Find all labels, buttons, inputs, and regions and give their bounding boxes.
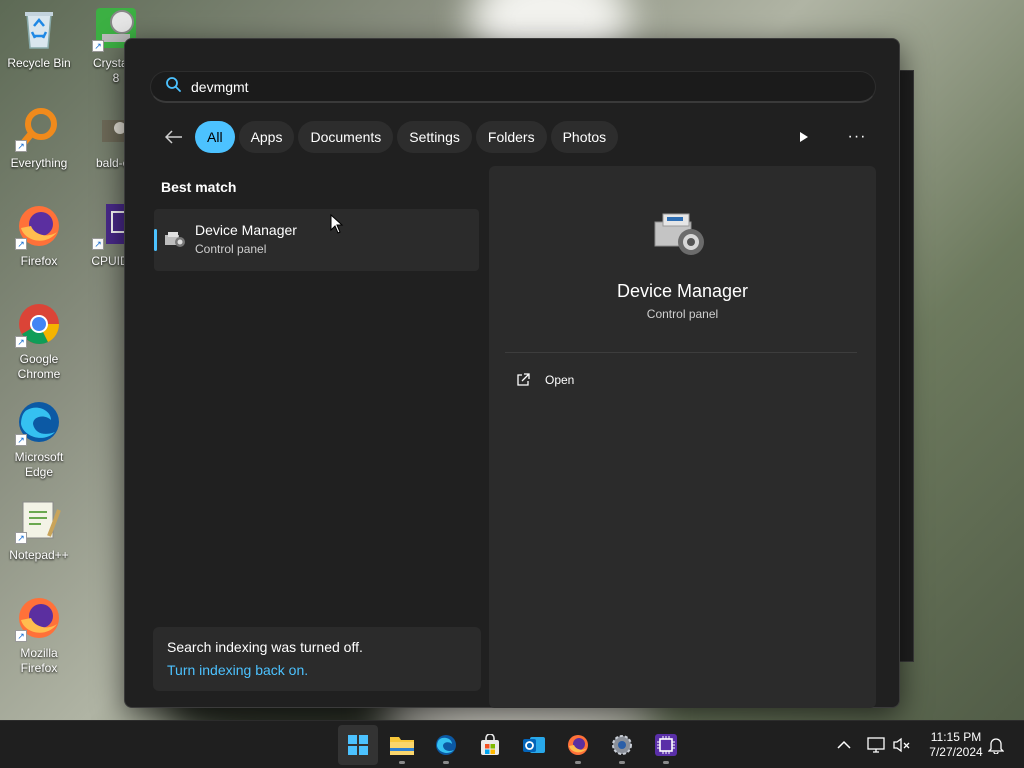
detail-type: Control panel	[646, 307, 719, 321]
network-icon	[867, 737, 885, 753]
filter-apps[interactable]: Apps	[238, 121, 295, 153]
filter-documents[interactable]: Documents	[298, 121, 394, 153]
clock[interactable]: 11:15 PM 7/27/2024	[916, 730, 996, 760]
search-input[interactable]	[191, 78, 791, 95]
running-indicator	[619, 761, 625, 764]
open-external-icon	[515, 372, 531, 388]
notifications-button[interactable]	[988, 721, 1004, 768]
desktop-icon-google-chrome[interactable]: ↗ Google Chrome	[1, 300, 77, 382]
desktop-icon-label: Notepad++	[9, 548, 69, 562]
filter-settings[interactable]: Settings	[397, 121, 472, 153]
indexing-message: Search indexing was turned off.	[167, 639, 363, 655]
edge-icon: ↗	[15, 398, 63, 446]
desktop-icon-label: Recycle Bin	[7, 56, 71, 70]
more-options-icon[interactable]: ···	[841, 124, 873, 150]
shortcut-arrow-icon: ↗	[15, 434, 27, 446]
desktop-icon-mozilla-firefox[interactable]: ↗ Mozilla Firefox	[1, 594, 77, 676]
running-indicator	[399, 761, 405, 764]
selection-accent	[154, 229, 157, 251]
chevron-up-icon	[837, 740, 851, 749]
taskbar-file-explorer[interactable]	[382, 725, 422, 765]
shortcut-arrow-icon: ↗	[92, 238, 104, 250]
taskbar-settings[interactable]	[602, 725, 642, 765]
bell-icon	[988, 738, 1004, 754]
search-panel: All Apps Documents Settings Folders Phot…	[124, 38, 900, 708]
filter-photos[interactable]: Photos	[550, 121, 619, 153]
start-icon	[348, 735, 368, 755]
back-arrow-icon[interactable]	[157, 122, 191, 152]
recycle-bin-icon	[15, 4, 63, 52]
taskbar-cpuid[interactable]	[646, 725, 686, 765]
best-match-heading: Best match	[161, 179, 237, 195]
firefox-icon: ↗	[15, 202, 63, 250]
volume-button[interactable]	[893, 721, 911, 768]
desktop-icon-label: Everything	[10, 156, 68, 170]
outlook-icon	[523, 737, 545, 753]
result-device-manager[interactable]: Device Manager Control panel	[154, 209, 479, 271]
divider	[505, 352, 857, 353]
desktop-icon-label: Microsoft Edge	[14, 450, 64, 479]
search-box[interactable]	[150, 71, 876, 103]
firefox-icon: ↗	[15, 594, 63, 642]
desktop-icon-microsoft-edge[interactable]: ↗ Microsoft Edge	[1, 398, 77, 480]
play-icon[interactable]	[789, 124, 819, 150]
running-indicator	[575, 761, 581, 764]
open-action[interactable]: Open	[515, 372, 574, 388]
taskbar-store[interactable]	[470, 725, 510, 765]
mouse-cursor-icon	[330, 213, 344, 234]
chrome-icon: ↗	[15, 300, 63, 348]
shortcut-arrow-icon: ↗	[15, 238, 27, 250]
taskbar-edge[interactable]	[426, 725, 466, 765]
show-hidden-icons-button[interactable]	[836, 721, 852, 768]
firefox-icon	[568, 735, 588, 755]
taskbar: 11:15 PM 7/27/2024	[0, 720, 1024, 768]
indexing-notice: Search indexing was turned off. Turn ind…	[153, 627, 481, 691]
edge-icon	[436, 735, 456, 755]
detail-title: Device Manager	[616, 281, 749, 301]
result-name: Device Manager	[195, 222, 297, 238]
open-label: Open	[545, 373, 575, 387]
network-status-button[interactable]	[867, 721, 885, 768]
taskbar-firefox[interactable]	[558, 725, 598, 765]
shortcut-arrow-icon: ↗	[92, 40, 104, 52]
cpuid-icon	[655, 734, 677, 756]
desktop-icon-label: Mozilla Firefox	[20, 646, 58, 675]
turn-indexing-on-link[interactable]: Turn indexing back on.	[167, 662, 467, 678]
clock-date: 7/27/2024	[929, 745, 983, 759]
shortcut-arrow-icon: ↗	[15, 532, 27, 544]
shortcut-arrow-icon: ↗	[15, 630, 27, 642]
filter-folders[interactable]: Folders	[475, 121, 547, 153]
shortcut-arrow-icon: ↗	[15, 140, 27, 152]
running-indicator	[443, 761, 449, 764]
everything-search-icon: ↗	[15, 104, 63, 152]
desktop-icon-firefox[interactable]: ↗ Firefox	[1, 202, 77, 269]
store-icon	[481, 734, 499, 755]
device-manager-icon	[651, 210, 711, 262]
file-explorer-icon	[390, 737, 414, 755]
filter-all[interactable]: All	[195, 121, 235, 153]
detail-pane: Device Manager Control panel Open	[489, 166, 876, 708]
notepad-plus-plus-icon: ↗	[15, 496, 63, 544]
taskbar-outlook[interactable]	[514, 725, 554, 765]
volume-muted-icon	[893, 737, 910, 753]
desktop-icon-notepad-plus-plus[interactable]: ↗ Notepad++	[1, 496, 77, 563]
start-button[interactable]	[338, 725, 378, 765]
filter-bar: All Apps Documents Settings Folders Phot…	[157, 121, 619, 153]
desktop-icon-recycle-bin[interactable]: Recycle Bin	[1, 4, 77, 71]
running-indicator	[663, 761, 669, 764]
settings-icon	[612, 735, 632, 755]
desktop-icon-label: Firefox	[20, 254, 58, 268]
desktop-icon-label: Google Chrome	[17, 352, 61, 381]
shortcut-arrow-icon: ↗	[15, 336, 27, 348]
result-type: Control panel	[195, 242, 267, 256]
search-icon	[165, 76, 181, 97]
clock-time: 11:15 PM	[930, 730, 982, 744]
desktop-icon-everything[interactable]: ↗ Everything	[1, 104, 77, 171]
device-manager-icon	[164, 231, 186, 249]
